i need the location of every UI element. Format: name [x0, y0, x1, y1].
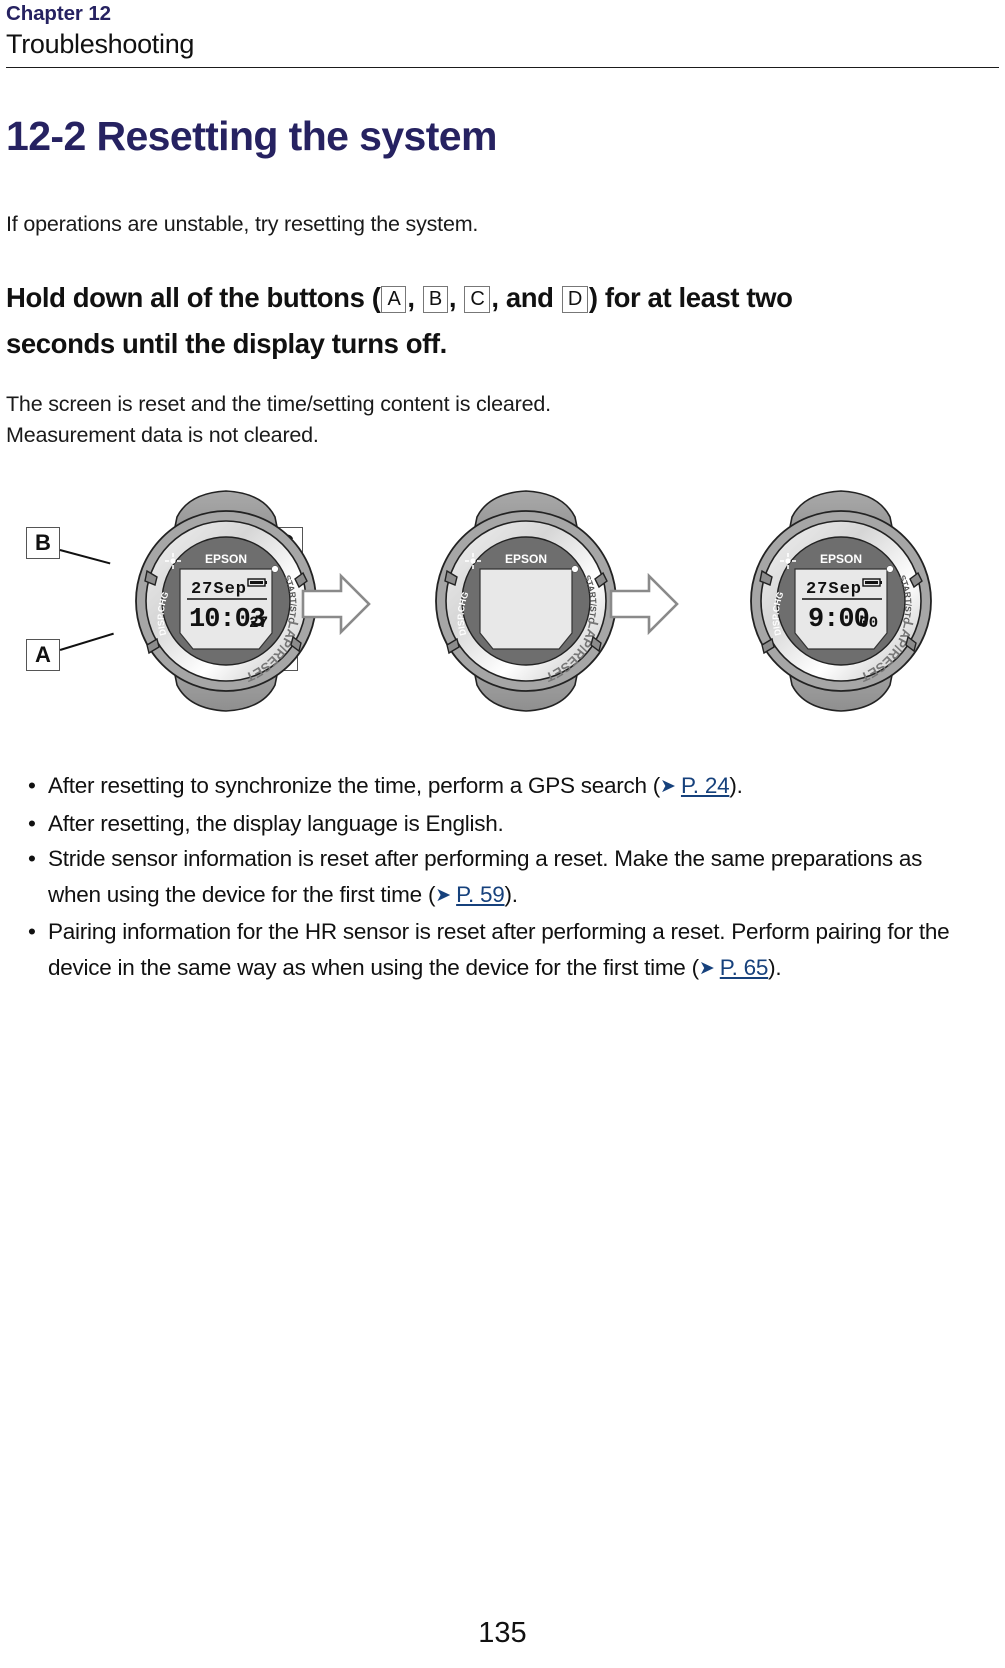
watch-seconds-1: 27	[249, 614, 268, 632]
watch-date-1: 27Sep	[191, 580, 247, 599]
page-ref-arrow-icon: ➤	[660, 776, 676, 797]
watch-brand-1: EPSON	[205, 552, 247, 566]
bullet-marker: •	[28, 810, 36, 836]
watch-indicator-dot-3	[886, 565, 894, 573]
reset-sequence-figure: B A C D	[6, 479, 1005, 722]
bullet-marker: •	[28, 846, 36, 871]
result-line-2: Measurement data is not cleared.	[6, 423, 319, 447]
header-divider	[6, 67, 999, 68]
callout-label-a: A	[26, 639, 60, 671]
instruction-sep-3: , and	[491, 282, 561, 313]
note-text-after: ).	[729, 773, 743, 798]
list-item: • After resetting, the display language i…	[28, 806, 963, 842]
list-item: • Pairing information for the HR sensor i…	[28, 914, 963, 987]
page-header: Chapter 12 Troubleshooting	[6, 0, 999, 68]
sequence-arrow-1	[301, 572, 371, 640]
page-reference-link[interactable]: P. 65	[720, 955, 769, 980]
section-heading: 12-2 Resetting the system	[6, 113, 497, 159]
button-key-b: B	[422, 286, 448, 313]
page-ref-arrow-icon: ➤	[435, 884, 451, 906]
button-key-a: A	[381, 286, 407, 313]
watch-svg-3: EPSON 27Sep 9:00 00 DISP.CHG START/STOP	[723, 479, 932, 712]
watch-screen-blank-2	[479, 568, 573, 650]
page-reference-link[interactable]: P. 59	[456, 882, 505, 907]
instruction-paragraph: Hold down all of the buttons (A, B, C, a…	[6, 275, 906, 367]
watch-svg-2: EPSON DISP.CHG START/STOP LAP/RESET	[408, 479, 617, 712]
callout-line-a	[59, 632, 114, 651]
page-number: 135	[478, 1617, 527, 1649]
page-reference-link[interactable]: P. 24	[681, 773, 730, 798]
watch-brand-3: EPSON	[820, 552, 862, 566]
note-text-after: ).	[504, 881, 519, 907]
watch-indicator-dot-1	[271, 565, 279, 573]
watch-seconds-3: 00	[859, 614, 878, 632]
chapter-title: Troubleshooting	[6, 29, 195, 59]
watch-figure-2: EPSON DISP.CHG START/STOP LAP/RESET	[408, 479, 641, 717]
list-item: • Stride sensor information is reset afte…	[28, 841, 963, 914]
instruction-sep-1: ,	[407, 282, 422, 313]
arrow-right-icon-2	[609, 572, 679, 636]
bullet-marker: •	[28, 919, 36, 944]
result-paragraph: The screen is reset and the time/setting…	[6, 389, 999, 451]
instruction-sep-2: ,	[448, 282, 464, 313]
note-text: Pairing information for the HR sensor is…	[48, 919, 950, 980]
intro-paragraph: If operations are unstable, try resettin…	[6, 212, 479, 236]
watch-brand-2: EPSON	[505, 552, 547, 566]
note-text: After resetting to synchronize the time,…	[48, 773, 661, 798]
list-item: • After resetting to synchronize the time…	[28, 768, 963, 806]
button-key-d: D	[561, 286, 588, 313]
chapter-label: Chapter 12	[6, 2, 111, 25]
watch-date-3: 27Sep	[806, 580, 862, 599]
result-line-1: The screen is reset and the time/setting…	[6, 392, 551, 416]
note-text-after: ).	[768, 954, 782, 980]
notes-list: • After resetting to synchronize the time…	[6, 768, 999, 987]
arrow-right-icon-1	[301, 572, 371, 636]
document-page: Chapter 12 Troubleshooting 12-2 Resettin…	[0, 0, 1005, 1668]
watch-figure-3: EPSON 27Sep 9:00 00 DISP.CHG START/STOP	[723, 479, 956, 717]
instruction-text-start: Hold down all of the buttons (	[6, 282, 381, 313]
button-key-c: C	[464, 286, 491, 313]
note-text: After resetting, the display language is…	[48, 810, 504, 836]
sequence-arrow-2	[609, 572, 679, 640]
callout-label-b: B	[26, 527, 60, 559]
watch-indicator-dot-2	[571, 565, 579, 573]
page-ref-arrow-icon: ➤	[698, 957, 715, 979]
bullet-marker: •	[28, 773, 36, 798]
callout-line-b	[59, 549, 111, 565]
